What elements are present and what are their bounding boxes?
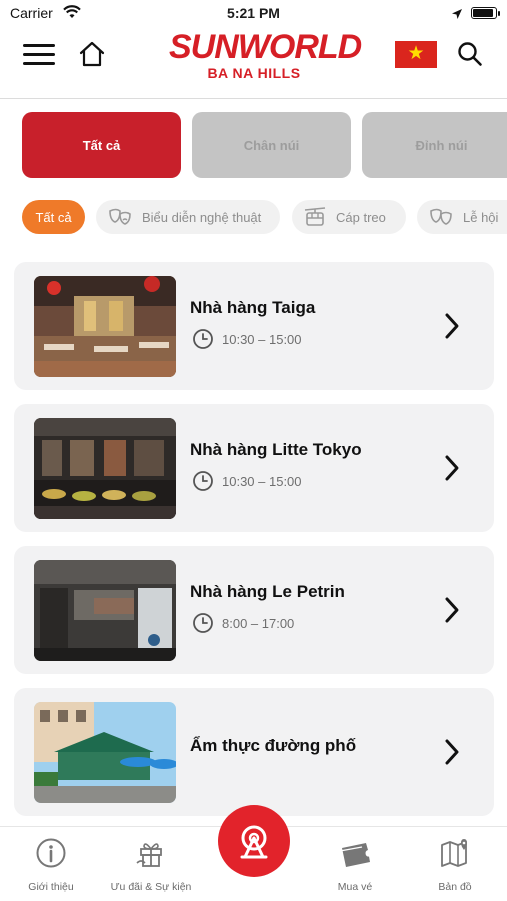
ticket-icon (305, 837, 405, 869)
tab-label: Đỉnh núi (415, 137, 468, 153)
chevron-right-icon[interactable] (442, 312, 462, 345)
chip-label: Tất cả (35, 209, 72, 225)
tab-bar-buy-ticket[interactable]: Mua vé (305, 837, 405, 893)
logo-sub-text: BA NA HILLS (207, 65, 301, 81)
tab-bar-map[interactable]: Bản đồ (405, 837, 505, 893)
hours-text: 10:30 – 15:00 (222, 473, 302, 489)
info-icon (1, 837, 101, 869)
chip-performing-arts[interactable]: Biểu diễn nghệ thuật (96, 200, 280, 234)
vietnam-flag-icon[interactable]: ★ (395, 41, 437, 68)
menu-icon[interactable] (23, 44, 55, 68)
hours-text: 8:00 – 17:00 (222, 615, 295, 631)
restaurant-card[interactable]: Ẩm thực đường phố (14, 688, 494, 816)
restaurant-photo (34, 276, 176, 377)
festival-masks-icon (429, 208, 453, 226)
tab-all[interactable]: Tất cả (22, 112, 181, 178)
hours-text: 10:30 – 15:00 (222, 331, 302, 347)
opening-hours: 8:00 – 17:00 (192, 612, 294, 634)
restaurant-card[interactable]: Nhà hàng Le Petrin 8:00 – 17:00 (14, 546, 494, 674)
map-icon (405, 837, 505, 869)
app-header: SUNWORLD BA NA HILLS ★ (0, 28, 507, 99)
tab-bar-offers-events[interactable]: Ưu đãi & Sự kiện (101, 837, 201, 893)
status-bar: Carrier 5:21 PM (0, 0, 507, 28)
chevron-right-icon[interactable] (442, 738, 462, 771)
chip-cable-car[interactable]: Cáp treo (292, 200, 406, 234)
restaurant-photo (34, 702, 176, 803)
tab-bar-intro[interactable]: Giới thiệu (1, 837, 101, 893)
clock-icon (193, 471, 213, 491)
chevron-right-icon[interactable] (442, 454, 462, 487)
clock-icon (193, 329, 213, 349)
clock-icon (193, 613, 213, 633)
ferris-wheel-icon[interactable] (218, 805, 290, 877)
search-icon[interactable] (456, 40, 484, 73)
restaurant-name: Nhà hàng Taiga (190, 298, 316, 317)
tab-bar-label: Bản đồ (438, 881, 472, 893)
logo-main-text: SUNWORLD (169, 28, 362, 66)
restaurant-card[interactable]: Nhà hàng Litte Tokyo 10:30 – 15:00 (14, 404, 494, 532)
chip-label: Biểu diễn nghệ thuật (142, 209, 262, 225)
tab-bar-label: Ưu đãi & Sự kiện (110, 881, 192, 893)
status-time: 5:21 PM (227, 5, 280, 21)
tab-label: Tất cả (82, 137, 121, 153)
chevron-right-icon[interactable] (442, 596, 462, 629)
gift-icon (101, 837, 201, 869)
restaurant-name: Nhà hàng Litte Tokyo (190, 440, 362, 459)
opening-hours: 10:30 – 15:00 (192, 328, 302, 350)
tab-mountain-peak[interactable]: Đỉnh núi (362, 112, 507, 178)
chip-all[interactable]: Tất cả (22, 200, 85, 234)
tab-foot-of-mountain[interactable]: Chân núi (192, 112, 351, 178)
tab-bar-label: Giới thiệu (28, 881, 74, 893)
restaurant-card[interactable]: Nhà hàng Taiga 10:30 – 15:00 (14, 262, 494, 390)
location-arrow-icon (451, 7, 463, 23)
restaurant-name: Ẩm thực đường phố (190, 736, 357, 755)
restaurant-photo (34, 560, 176, 661)
location-tabs: Tất cả Chân núi Đỉnh núi (22, 112, 507, 178)
restaurant-photo (34, 418, 176, 519)
opening-hours: 10:30 – 15:00 (192, 470, 302, 492)
tab-bar-label: Mua vé (337, 881, 373, 893)
sunworld-logo[interactable]: SUNWORLD BA NA HILLS (169, 28, 362, 86)
chip-festival[interactable]: Lễ hội (417, 200, 507, 234)
home-icon[interactable] (77, 39, 107, 74)
theater-masks-icon (108, 208, 132, 226)
chip-label: Lễ hội (463, 209, 499, 225)
battery-icon (471, 7, 500, 19)
cable-car-icon (304, 207, 326, 227)
category-chips: Tất cả Biểu diễn nghệ thuật Cáp treo Lễ … (22, 200, 507, 234)
restaurant-name: Nhà hàng Le Petrin (190, 582, 345, 601)
tab-label: Chân núi (243, 137, 300, 153)
chip-label: Cáp treo (336, 209, 386, 225)
